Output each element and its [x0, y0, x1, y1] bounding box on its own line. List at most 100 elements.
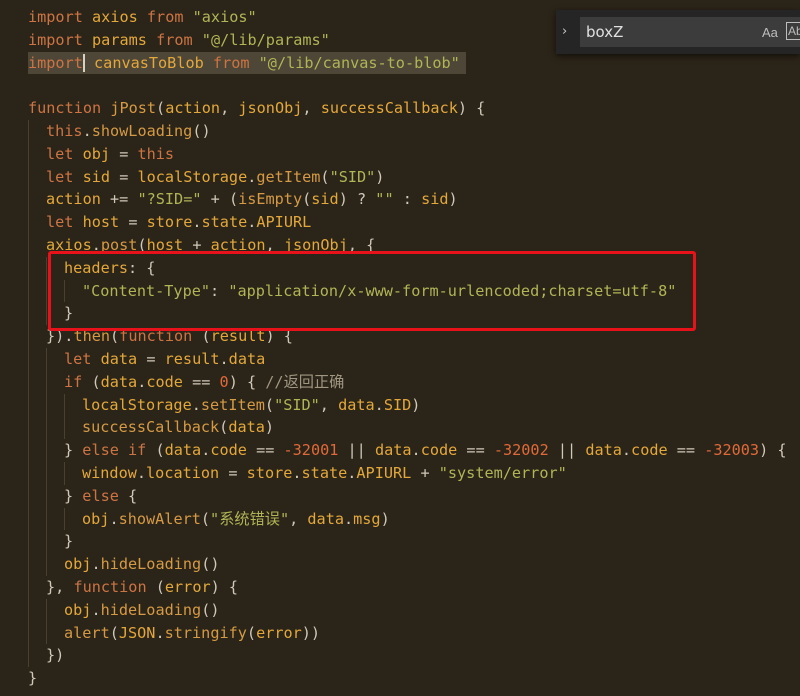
code-token: ) { — [457, 99, 486, 118]
code-line[interactable]: } — [0, 667, 800, 690]
code-token: "SID" — [274, 395, 320, 414]
code-line[interactable]: axios.post(host + action, jsonObj, { — [0, 233, 800, 257]
code-token: . — [411, 441, 421, 460]
code-token: . — [292, 463, 302, 482]
code-token: = — [119, 167, 129, 186]
code-line[interactable]: obj.hideLoading() — [0, 553, 800, 576]
code-line[interactable]: } — [0, 302, 800, 326]
code-token: "application/x-www-form-urlencoded;chars… — [228, 281, 677, 300]
code-line[interactable]: let data = result.data — [0, 347, 800, 371]
code-token: store — [146, 213, 193, 232]
code-line[interactable]: function jPost(action, jsonObj, successC… — [0, 97, 800, 120]
code-token: store — [246, 463, 293, 482]
code-line[interactable]: this.showLoading() — [0, 119, 800, 143]
code-token: }) — [46, 646, 65, 665]
code-token: hideLoading — [100, 555, 202, 574]
code-token: . — [82, 121, 92, 140]
code-token: , { — [347, 235, 376, 254]
code-token: . — [91, 235, 101, 254]
code-token: ( — [91, 372, 101, 391]
code-editor[interactable]: import axios from "axios" import params … — [0, 6, 800, 690]
code-token: "@/lib/canvas-to-blob" — [258, 53, 460, 72]
code-token: ) { — [210, 577, 239, 596]
code-line[interactable]: let sid = localStorage.getItem("SID") — [0, 165, 800, 189]
chevron-right-icon[interactable]: › — [562, 24, 567, 39]
code-token: : — [402, 190, 412, 209]
code-line[interactable]: obj.hideLoading() — [0, 598, 800, 622]
code-token: () — [201, 555, 220, 574]
code-token: this — [137, 144, 175, 163]
code-token: let — [46, 167, 74, 186]
code-token: function — [73, 577, 147, 596]
code-token: || — [548, 441, 586, 460]
code-token: localStorage — [82, 395, 192, 414]
code-token: = — [128, 213, 138, 232]
code-token: if — [64, 372, 83, 391]
code-token: == — [246, 441, 284, 460]
code-line[interactable]: headers: { — [0, 256, 800, 280]
code-token: obj — [82, 144, 111, 163]
code-token: ) — [380, 509, 390, 528]
code-token: : — [210, 281, 220, 300]
code-line[interactable]: obj.showAlert("系统错误", data.msg) — [0, 507, 800, 531]
code-token: } — [64, 486, 83, 505]
code-token: 0 — [219, 372, 229, 391]
code-token: }, — [46, 577, 74, 596]
code-line[interactable]: }, function (error) { — [0, 575, 800, 599]
code-line[interactable]: } — [0, 530, 800, 554]
code-line[interactable]: if (data.code == 0) { //返回正确 — [0, 370, 800, 394]
code-line[interactable]: "Content-Type": "application/x-www-form-… — [0, 279, 800, 303]
code-token: , — [265, 235, 275, 254]
code-token: params — [92, 30, 147, 49]
code-token: sid — [82, 167, 111, 186]
code-token: SID — [383, 395, 412, 414]
code-token: axios — [92, 8, 138, 26]
code-token: function — [28, 99, 102, 118]
code-token: }). — [46, 327, 74, 346]
code-token: ( — [320, 167, 330, 186]
code-token: ( — [219, 418, 229, 437]
code-token: "axios" — [192, 8, 257, 26]
code-token: successCallback — [320, 99, 458, 118]
code-line[interactable]: }).then(function (result) { — [0, 325, 800, 348]
code-token: APIURL — [256, 213, 312, 232]
code-token: let — [64, 349, 92, 368]
code-line[interactable]: window.location = store.state.APIURL + "… — [0, 461, 800, 485]
match-case-button[interactable]: Aa — [762, 25, 778, 40]
code-token: { — [118, 486, 138, 505]
code-line-selected[interactable]: import canvasToBlob from "@/lib/canvas-t… — [0, 51, 800, 75]
code-token: . — [91, 555, 101, 574]
code-token: code — [631, 441, 668, 460]
code-token: action — [46, 190, 101, 209]
code-token: , — [289, 509, 299, 528]
whole-word-button[interactable]: Ab — [786, 22, 800, 40]
code-token: ) ? — [338, 190, 367, 209]
code-line[interactable]: let host = store.state.APIURL — [0, 211, 800, 234]
code-line[interactable]: action += "?SID=" + (isEmpty(sid) ? "" :… — [0, 188, 800, 212]
code-token: hideLoading — [100, 600, 202, 619]
code-token: . — [137, 372, 147, 391]
code-token: this — [46, 121, 83, 140]
code-line[interactable] — [0, 74, 800, 97]
code-token: data — [228, 418, 265, 437]
code-line[interactable]: } else { — [0, 484, 800, 508]
code-token: . — [374, 395, 384, 414]
code-line[interactable]: }) — [0, 644, 800, 668]
code-token: state — [201, 213, 248, 232]
code-token: canvasToBlob — [94, 53, 204, 72]
code-line[interactable]: let obj = this — [0, 142, 800, 166]
code-line[interactable]: } else if (data.code == -32001 || data.c… — [0, 439, 800, 462]
code-token: )) — [301, 623, 321, 642]
code-token: showAlert — [118, 509, 201, 528]
code-token: obj — [64, 600, 92, 619]
code-line[interactable]: localStorage.setItem("SID", data.SID) — [0, 393, 800, 417]
code-line[interactable]: alert(JSON.stringify(error)) — [0, 621, 800, 645]
code-token: function — [119, 327, 193, 346]
code-token: error — [164, 577, 211, 596]
code-token: jPost — [110, 99, 157, 118]
code-token: + ( — [210, 190, 239, 209]
code-token: setItem — [200, 395, 265, 414]
code-token: data — [338, 395, 375, 414]
code-line[interactable]: successCallback(data) — [0, 416, 800, 440]
